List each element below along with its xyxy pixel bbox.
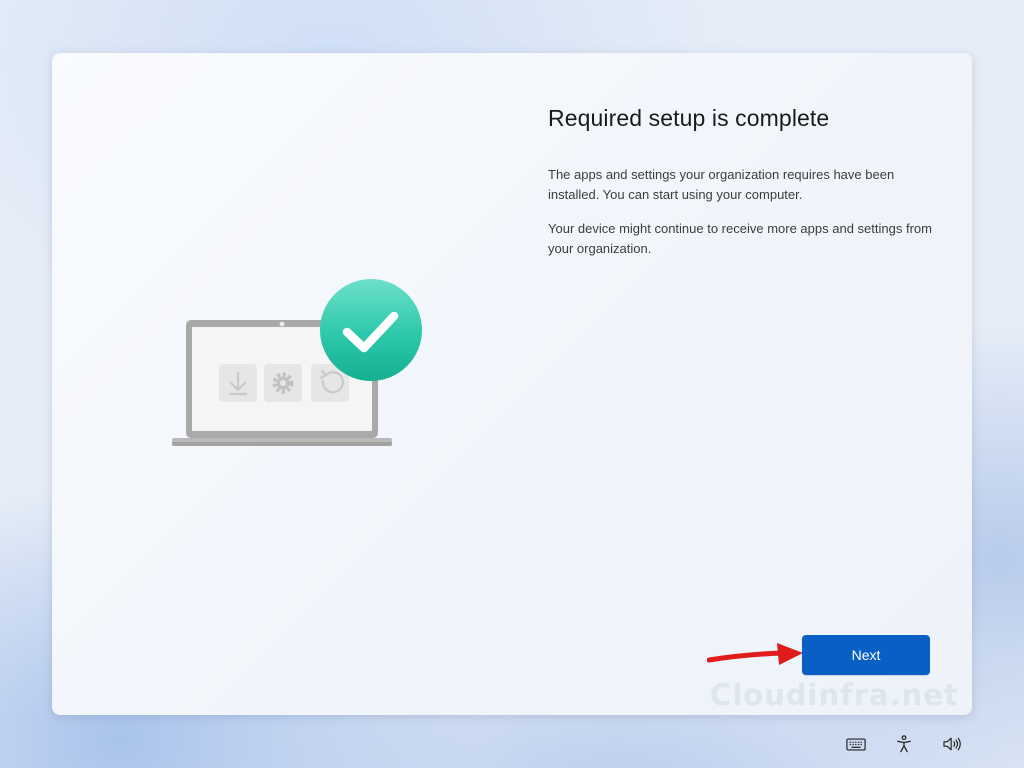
setup-dialog: Required setup is complete The apps and …: [52, 53, 972, 715]
checkmark-badge: [320, 279, 422, 381]
setup-complete-illustration: [172, 279, 422, 446]
volume-icon[interactable]: [938, 730, 966, 758]
page-title: Required setup is complete: [548, 105, 830, 131]
setup-note: Your device might continue to receive mo…: [548, 221, 932, 256]
gear-icon: [264, 364, 302, 402]
red-arrow-annotation: [707, 643, 803, 665]
setup-description: The apps and settings your organization …: [548, 167, 895, 202]
keyboard-icon[interactable]: [842, 730, 870, 758]
download-icon: [219, 364, 257, 402]
next-button[interactable]: Next: [802, 635, 930, 675]
accessibility-icon[interactable]: [890, 730, 918, 758]
watermark: Cloudinfra.net: [710, 678, 959, 712]
